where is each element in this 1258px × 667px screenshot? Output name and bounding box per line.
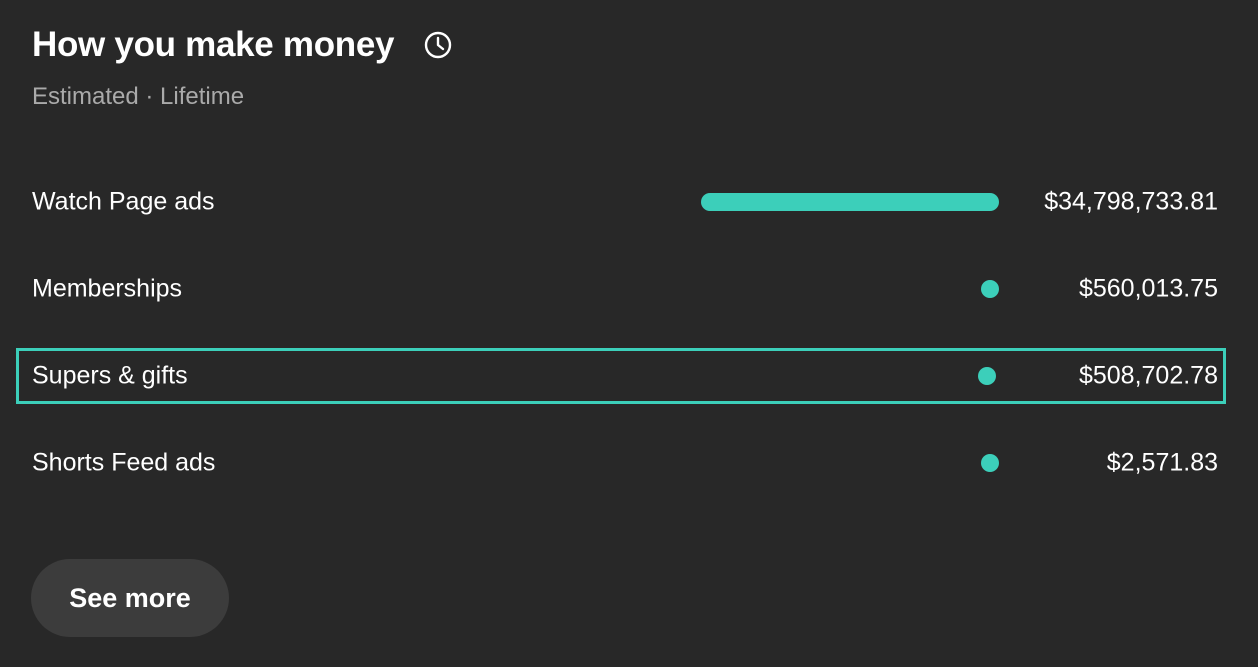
- revenue-bar: [981, 454, 999, 472]
- see-more-button[interactable]: See more: [31, 559, 229, 637]
- revenue-bar-track: [701, 280, 999, 298]
- revenue-card: How you make money Estimated · Lifetime …: [0, 0, 1258, 667]
- revenue-row[interactable]: Watch Page ads $34,798,733.81: [16, 174, 1226, 230]
- revenue-bar: [978, 367, 996, 385]
- revenue-amount: $34,798,733.81: [1044, 187, 1218, 216]
- card-title: How you make money: [32, 25, 395, 64]
- revenue-amount: $560,013.75: [1078, 274, 1218, 303]
- card-subtitle: Estimated · Lifetime: [32, 83, 245, 110]
- revenue-source-label: Memberships: [32, 274, 183, 303]
- revenue-source-label: Shorts Feed ads: [32, 448, 216, 477]
- revenue-row[interactable]: Shorts Feed ads $2,571.83: [16, 435, 1226, 491]
- history-clock-icon[interactable]: [422, 29, 454, 61]
- revenue-source-label: Watch Page ads: [32, 187, 215, 216]
- revenue-row[interactable]: Memberships $560,013.75: [16, 261, 1226, 317]
- revenue-row[interactable]: Supers & gifts $508,702.78: [16, 348, 1226, 404]
- revenue-bar-track: [701, 193, 999, 211]
- card-header: How you make money: [32, 22, 454, 68]
- revenue-amount: $508,702.78: [1078, 361, 1218, 390]
- revenue-bar-track: [701, 454, 999, 472]
- revenue-bar: [981, 280, 999, 298]
- revenue-bar: [701, 193, 999, 211]
- revenue-bar-track: [698, 367, 996, 385]
- revenue-source-label: Supers & gifts: [32, 361, 188, 390]
- revenue-amount: $2,571.83: [1106, 448, 1218, 477]
